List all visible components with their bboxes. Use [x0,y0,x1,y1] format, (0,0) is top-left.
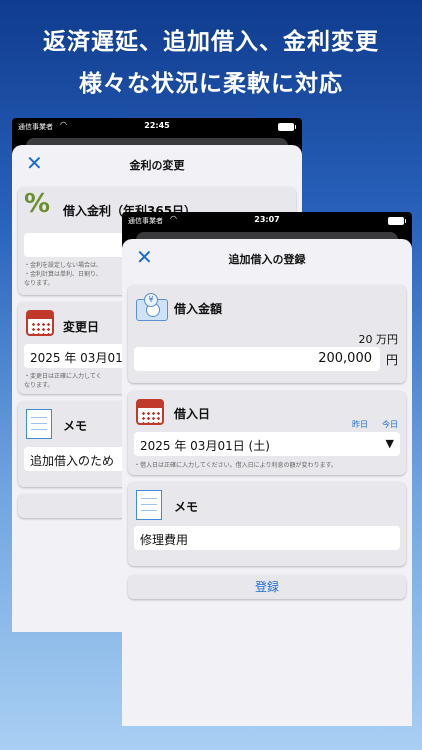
sheet-title: 金利の変更 [129,159,185,172]
amount-card: ¥ 借入金額 20 万円 200,000 円 [128,285,406,383]
date-note-1: ・変更日は正確に入力してく [24,373,102,380]
battery-icon [278,123,296,131]
date-note-2: なります。 [24,382,54,389]
register-button[interactable]: 登録 [128,575,406,599]
loan-date-card: 借入日 昨日 今日 2025 年 03月01日 (土) ▼ ・借入日は正確に入力… [128,391,406,475]
phone-screen-additional-loan: 通信事業者 ◠ 23:07 ✕ 追加借入の登録 ¥ 借入金額 20 万円 200… [122,212,412,726]
yesterday-button[interactable]: 昨日 [352,419,368,430]
memo-field[interactable]: 修理費用 [134,526,400,550]
amount-hint: 20 万円 [358,333,399,346]
memo-card-title: メモ [63,419,88,433]
additional-loan-sheet: ✕ 追加借入の登録 ¥ 借入金額 20 万円 200,000 円 借入日 昨日 … [122,239,412,726]
chevron-down-icon: ▼ [385,437,394,450]
date-card-title: 変更日 [63,320,100,334]
loan-date-picker[interactable]: 2025 年 03月01日 (土) ▼ [134,432,400,456]
memo-card-title: メモ [174,500,199,514]
sheet-header: ✕ 追加借入の登録 [122,239,412,277]
status-bar: 通信事業者 ◠ 22:45 [12,118,302,136]
sheet-title: 追加借入の登録 [228,253,306,266]
memo-icon [26,409,52,439]
amount-unit: 円 [385,353,398,367]
loan-date-note: ・借入日は正確に入力してください。借入日により利息の額が変わります。 [134,462,337,469]
status-bar: 通信事業者 ◠ 23:07 [122,212,412,230]
rate-note-2: ・金利計算は単利、日割り、 [24,271,102,278]
amount-card-title: 借入金額 [174,302,223,316]
memo-card: メモ 修理費用 [128,482,406,566]
percent-icon: % [24,189,51,219]
rate-note-3: なります。 [24,280,54,287]
memo-icon [136,490,162,520]
coin-icon: ¥ [144,293,158,307]
amount-input[interactable]: 200,000 [134,347,380,371]
today-button[interactable]: 今日 [382,419,398,430]
status-time: 22:45 [144,121,170,130]
calendar-icon [136,399,164,425]
headline-line-1: 返済遅延、追加借入、金利変更 [43,29,379,55]
battery-icon [388,217,406,225]
loan-date-card-title: 借入日 [174,407,211,421]
sheet-header: ✕ 金利の変更 [12,145,302,183]
headline-line-2: 様々な状況に柔軟に対応 [79,71,343,97]
loan-date-value: 2025 年 03月01日 (土) [140,439,270,453]
rate-note-1: ・金利を設定しない場合は、 [24,262,103,269]
status-time: 23:07 [254,215,280,224]
calendar-icon [26,310,54,336]
